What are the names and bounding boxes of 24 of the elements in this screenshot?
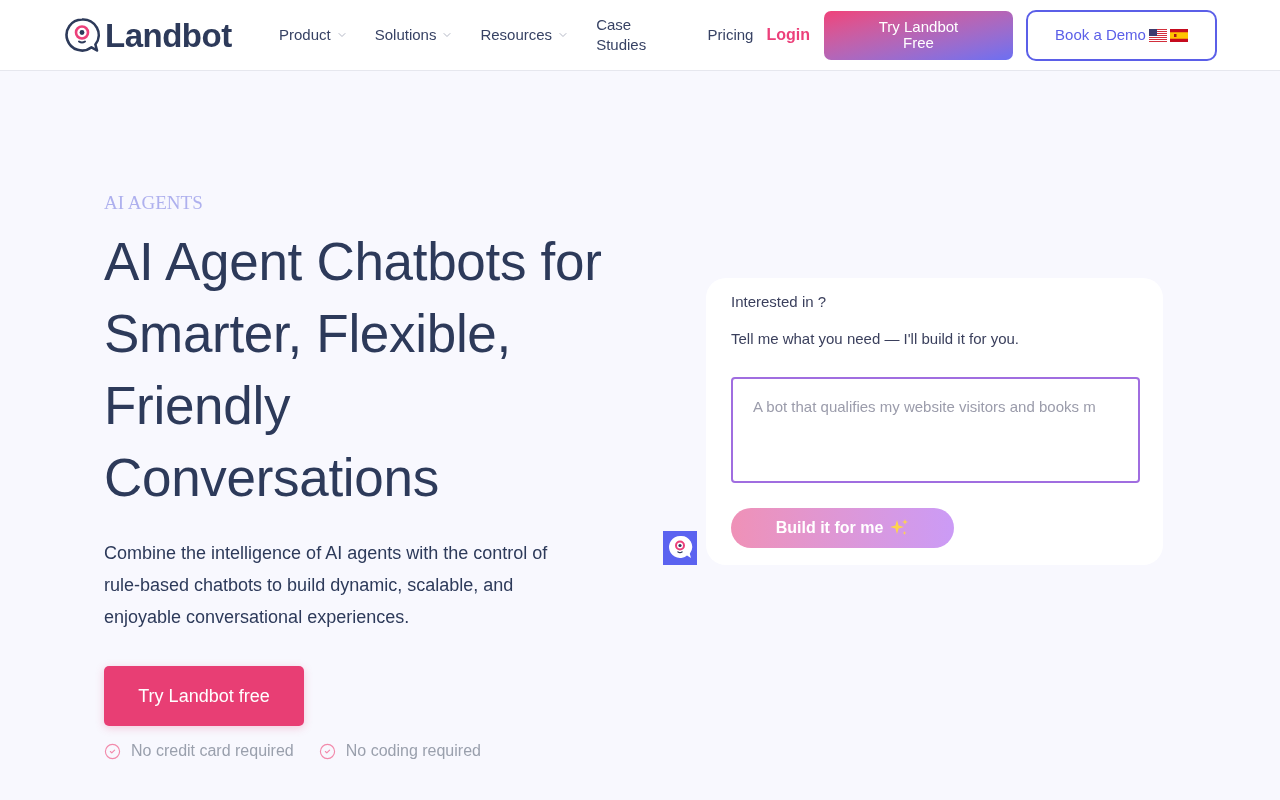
hero-description: Combine the intelligence of AI agents with the control of rule-based chatbots to build dynamic, scalable, and enjoyable conversational experiences. — [104, 542, 548, 629]
nav-menu-link[interactable]: Solutions — [374, 23, 454, 47]
logo-text: Landbot — [105, 18, 232, 52]
nav-link[interactable]: Case Studies — [596, 15, 669, 55]
chat-message: Interested in ? — [731, 292, 827, 312]
book-demo-button[interactable]: Book a Demo — [1026, 9, 1217, 61]
bot-avatar-icon — [663, 531, 697, 565]
spain-flag-icon — [1169, 28, 1188, 42]
perk-text: No coding required — [345, 741, 481, 761]
nav-menu-link[interactable]: Product — [279, 23, 348, 47]
hero-heading: AI Agent Chatbots for Smarter, Flexible, Friendly Conversations — [104, 231, 602, 509]
login-link[interactable]: Login — [766, 23, 810, 47]
perk-text: No credit card required — [131, 741, 294, 761]
nav-link[interactable]: Pricing — [707, 25, 754, 45]
try-free-button[interactable]: Try Landbot Free — [824, 10, 1013, 60]
try-free-cta-button[interactable]: Try Landbot free — [104, 666, 304, 726]
chat-message: Tell me what you need — I'll build it for you. — [731, 329, 1019, 349]
logo-icon — [64, 17, 100, 53]
nav-menu-link[interactable]: Resources — [480, 23, 570, 47]
us-flag-icon — [1148, 28, 1167, 42]
eyebrow-label: AI AGENTS — [104, 191, 203, 215]
check-circle-icon — [104, 742, 121, 760]
check-circle-icon — [318, 742, 336, 760]
chat-input-field[interactable]: A bot that qualifies my website visitors and books m — [731, 377, 1140, 483]
